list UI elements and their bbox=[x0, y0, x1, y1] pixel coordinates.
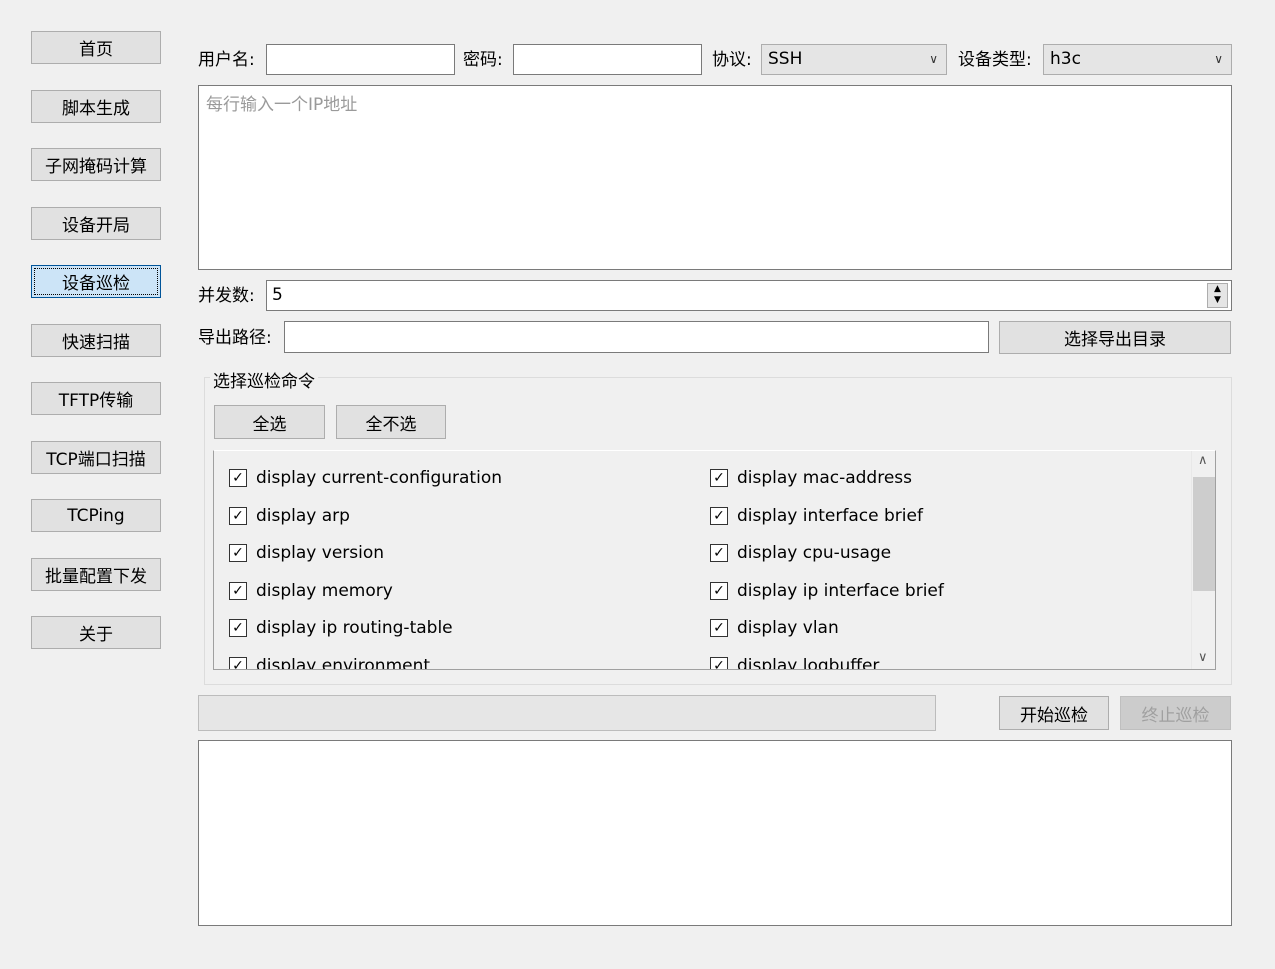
username-input[interactable] bbox=[266, 44, 455, 75]
select-none-button[interactable]: 全不选 bbox=[336, 405, 446, 439]
device-type-select[interactable]: h3c ∨ bbox=[1043, 44, 1232, 75]
checkbox-icon[interactable]: ✓ bbox=[710, 544, 728, 562]
checkbox-icon[interactable]: ✓ bbox=[710, 506, 728, 525]
command-label: display logbuffer bbox=[737, 655, 880, 670]
progress-bar bbox=[198, 695, 936, 731]
command-label: display version bbox=[256, 543, 385, 563]
device-type-value: h3c bbox=[1050, 49, 1081, 69]
checkbox-icon[interactable]: ✓ bbox=[229, 619, 247, 637]
sidebar-item-6[interactable]: TFTP传输 bbox=[31, 382, 161, 415]
checkbox-icon[interactable]: ✓ bbox=[710, 581, 728, 600]
device-type-label: 设备类型: bbox=[958, 50, 1032, 70]
checkbox-icon[interactable]: ✓ bbox=[710, 469, 728, 487]
checkbox-icon[interactable]: ✓ bbox=[229, 656, 247, 669]
command-label: display current-configuration bbox=[256, 468, 502, 488]
command-checkbox[interactable]: ✓ display version bbox=[229, 543, 384, 563]
scrollbar[interactable]: ∧ ∨ bbox=[1191, 451, 1215, 669]
command-checkbox[interactable]: ✓ display ip routing-table bbox=[229, 618, 453, 638]
protocol-select[interactable]: SSH ∨ bbox=[761, 44, 947, 75]
command-list: ✓ display current-configuration ✓ display m… bbox=[213, 450, 1216, 670]
command-checkbox[interactable]: ✓ display cpu-usage bbox=[710, 543, 891, 563]
command-label: display arp bbox=[256, 505, 350, 526]
checkbox-icon[interactable]: ✓ bbox=[229, 581, 247, 600]
sidebar-item-5[interactable]: 快速扫描 bbox=[31, 323, 161, 357]
command-checkbox[interactable]: ✓ display logbuffer bbox=[710, 655, 880, 670]
command-checkbox[interactable]: ✓ display current-configuration bbox=[229, 468, 502, 488]
command-label: display environment bbox=[256, 655, 431, 670]
command-label: display interface brief bbox=[737, 505, 923, 526]
stop-inspection-button[interactable]: 终止巡检 bbox=[1120, 696, 1231, 730]
sidebar-item-0[interactable]: 首页 bbox=[31, 31, 161, 64]
export-path-label: 导出路径: bbox=[198, 328, 272, 348]
choose-export-dir-button[interactable]: 选择导出目录 bbox=[999, 321, 1231, 354]
command-checkbox[interactable]: ✓ display interface brief bbox=[710, 506, 923, 526]
ip-list-textarea[interactable]: 每行输入一个IP地址 bbox=[198, 85, 1232, 270]
command-checkbox[interactable]: ✓ display environment bbox=[229, 655, 431, 670]
command-checkbox[interactable]: ✓ display memory bbox=[229, 581, 393, 601]
command-label: display ip routing-table bbox=[256, 618, 453, 638]
select-all-button[interactable]: 全选 bbox=[214, 405, 325, 439]
concurrency-value: 5 bbox=[272, 285, 283, 305]
command-label: display ip interface brief bbox=[737, 580, 944, 601]
protocol-value: SSH bbox=[768, 49, 803, 69]
scroll-up-icon[interactable]: ∧ bbox=[1198, 453, 1208, 468]
start-inspection-button[interactable]: 开始巡检 bbox=[999, 696, 1109, 730]
command-checkbox[interactable]: ✓ display mac-address bbox=[710, 468, 912, 488]
spin-up-icon[interactable]: ▲ bbox=[1208, 284, 1227, 295]
concurrency-label: 并发数: bbox=[198, 286, 255, 306]
output-log[interactable] bbox=[198, 740, 1232, 926]
sidebar-item-1[interactable]: 脚本生成 bbox=[31, 89, 161, 123]
scroll-down-icon[interactable]: ∨ bbox=[1198, 650, 1208, 665]
command-checkbox[interactable]: ✓ display vlan bbox=[710, 618, 839, 638]
password-input[interactable] bbox=[513, 44, 702, 75]
sidebar-item-9[interactable]: 批量配置下发 bbox=[31, 557, 161, 591]
sidebar-item-10[interactable]: 关于 bbox=[31, 616, 161, 649]
protocol-label: 协议: bbox=[712, 50, 752, 70]
spin-down-icon[interactable]: ▼ bbox=[1208, 295, 1227, 306]
checkbox-icon[interactable]: ✓ bbox=[229, 469, 247, 487]
username-label: 用户名: bbox=[198, 50, 255, 70]
checkbox-icon[interactable]: ✓ bbox=[229, 544, 247, 562]
checkbox-icon[interactable]: ✓ bbox=[229, 506, 247, 525]
command-group-title: 选择巡检命令 bbox=[210, 367, 318, 392]
command-label: display memory bbox=[256, 580, 393, 601]
command-checkbox[interactable]: ✓ display arp bbox=[229, 506, 350, 526]
command-label: display mac-address bbox=[737, 468, 913, 488]
concurrency-spinbox[interactable]: 5 ▲ ▼ bbox=[266, 280, 1232, 311]
password-label: 密码: bbox=[463, 50, 503, 70]
command-label: display vlan bbox=[737, 618, 839, 638]
sidebar-item-2[interactable]: 子网掩码计算 bbox=[31, 148, 161, 181]
sidebar-item-8[interactable]: TCPing bbox=[31, 499, 161, 532]
command-checkbox[interactable]: ✓ display ip interface brief bbox=[710, 581, 944, 601]
checkbox-icon[interactable]: ✓ bbox=[710, 619, 728, 637]
sidebar-item-7[interactable]: TCP端口扫描 bbox=[31, 440, 161, 474]
checkbox-icon[interactable]: ✓ bbox=[710, 656, 728, 669]
sidebar-item-3[interactable]: 设备开局 bbox=[31, 206, 161, 240]
chevron-down-icon: ∨ bbox=[1214, 52, 1223, 66]
scrollbar-thumb[interactable] bbox=[1193, 477, 1215, 591]
export-path-input[interactable] bbox=[284, 321, 989, 353]
sidebar-item-4[interactable]: 设备巡检 bbox=[31, 265, 161, 298]
command-label: display cpu-usage bbox=[737, 543, 892, 563]
chevron-down-icon: ∨ bbox=[929, 52, 938, 66]
